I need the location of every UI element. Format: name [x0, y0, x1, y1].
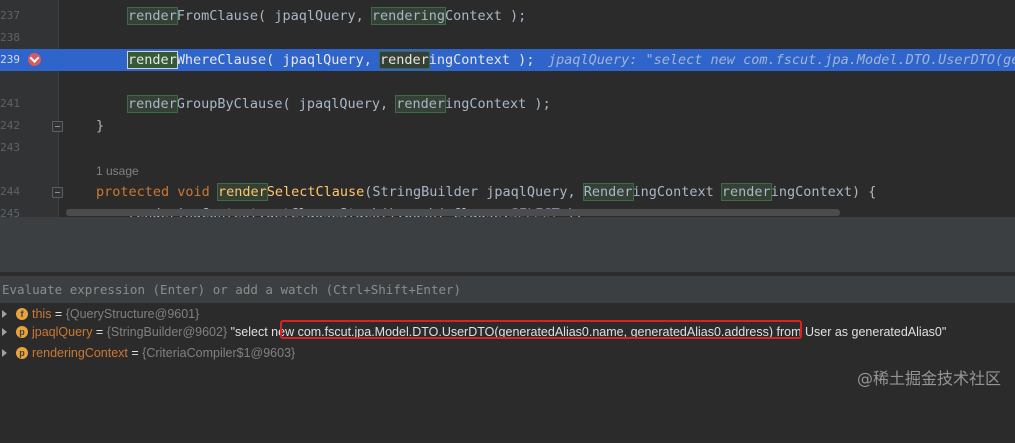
code-token: Context );: [445, 8, 527, 24]
annotation-highlight-box: [280, 320, 802, 339]
code-token: jpaqlQuery,: [298, 96, 397, 112]
code-token: (StringBuilder jpaqlQuery,: [364, 184, 584, 200]
inline-debug-value: jpaqlQuery: "select new com.fscut.jpa.Mo…: [548, 52, 1015, 68]
usage-hint[interactable]: 1 usage: [96, 164, 139, 178]
usage-highlight: render: [127, 7, 178, 25]
usage-highlight: Render: [582, 183, 634, 201]
line-number: 241: [0, 97, 20, 110]
equals-sign: =: [127, 346, 143, 360]
watermark: @稀土掘金技术社区: [856, 369, 1001, 388]
usage-highlight: rendering: [370, 7, 447, 25]
variable-text: this = {QueryStructure@9601}: [32, 304, 199, 324]
evaluate-placeholder: Evaluate expression (Enter) or add a wat…: [2, 282, 462, 297]
variable-name: renderingContext: [32, 346, 128, 360]
variable-type: {StringBuilder@9602}: [106, 325, 228, 339]
caret-highlight: render: [127, 51, 178, 69]
expand-arrow-icon[interactable]: [2, 349, 7, 357]
fold-icon[interactable]: [52, 187, 63, 198]
debugger-toolbar-area: [0, 217, 1015, 272]
expand-arrow-icon[interactable]: [2, 310, 7, 318]
code-line-241: 241 renderGroupByClause( jpaqlQuery, ren…: [0, 93, 1015, 115]
usage-highlight: render: [395, 95, 447, 113]
evaluate-expression-field[interactable]: Evaluate expression (Enter) or add a wat…: [0, 275, 1015, 304]
code-text: renderFromClause( jpaqlQuery, renderingC…: [127, 5, 527, 27]
variable-text: renderingContext = {CriteriaCompiler$1@9…: [32, 343, 295, 363]
code-token: jpaqlQuery,: [282, 52, 380, 68]
usage-highlight: render: [379, 51, 430, 69]
code-token: FromClause(: [176, 8, 275, 24]
code-line-238: 238: [0, 27, 1015, 49]
debugger-panel: Evaluate expression (Enter) or add a wat…: [0, 217, 1015, 402]
line-number: 239: [0, 53, 20, 66]
code-text: protected void renderSelectClause(String…: [96, 181, 876, 203]
variable-row-renderingContext[interactable]: p renderingContext = {CriteriaCompiler$1…: [0, 343, 1015, 363]
code-editor[interactable]: 237 renderFromClause( jpaqlQuery, render…: [0, 0, 1015, 217]
usage-highlight: render: [720, 183, 772, 201]
code-text: renderGroupByClause( jpaqlQuery, renderi…: [127, 93, 551, 115]
breakpoint-icon[interactable]: [28, 53, 41, 66]
method-name-token: SelectClause: [266, 184, 365, 200]
variable-name: this: [32, 307, 52, 321]
code-line-244: 244 protected void renderSelectClause(St…: [0, 181, 1015, 203]
variable-type: {CriteriaCompiler$1@9603}: [142, 346, 296, 360]
equals-sign: =: [92, 325, 107, 339]
keyword-token: void: [177, 184, 210, 200]
code-line-242: 242 }: [0, 115, 1015, 137]
code-text: renderWhereClause( jpaqlQuery, rendering…: [127, 49, 535, 71]
keyword-token: protected: [96, 184, 170, 200]
code-token: jpaqlQuery,: [274, 8, 372, 24]
code-token: ingContext );: [445, 96, 551, 112]
current-execution-line: 239 renderWhereClause( jpaqlQuery, rende…: [0, 49, 1015, 71]
usage-highlight: render: [216, 183, 268, 201]
usage-highlight: render: [127, 95, 178, 113]
code-token: GroupByClause(: [176, 96, 299, 112]
fold-icon[interactable]: [52, 121, 63, 132]
field-icon: f: [16, 308, 28, 320]
code-line-243: 243: [0, 137, 1015, 159]
code-token: ingContext );: [428, 52, 535, 68]
code-token: WhereClause(: [176, 52, 283, 68]
line-number: 243: [0, 141, 20, 154]
parameter-icon: p: [16, 326, 28, 338]
line-number: 238: [0, 31, 20, 44]
code-token: ingContext: [632, 184, 722, 200]
closing-brace: }: [96, 118, 105, 134]
variable-type: {QueryStructure@9601}: [65, 307, 200, 321]
line-number: 244: [0, 185, 20, 198]
line-number: 245: [0, 207, 20, 217]
expand-arrow-icon[interactable]: [2, 328, 7, 336]
horizontal-scrollbar[interactable]: [66, 209, 840, 216]
line-number: 237: [0, 9, 20, 22]
line-number: 242: [0, 119, 20, 132]
code-token: ingContext) {: [770, 184, 877, 200]
variable-name: jpaqlQuery: [32, 325, 93, 339]
code-line-237: 237 renderFromClause( jpaqlQuery, render…: [0, 5, 1015, 27]
parameter-icon: p: [16, 347, 28, 359]
equals-sign: =: [51, 307, 66, 321]
